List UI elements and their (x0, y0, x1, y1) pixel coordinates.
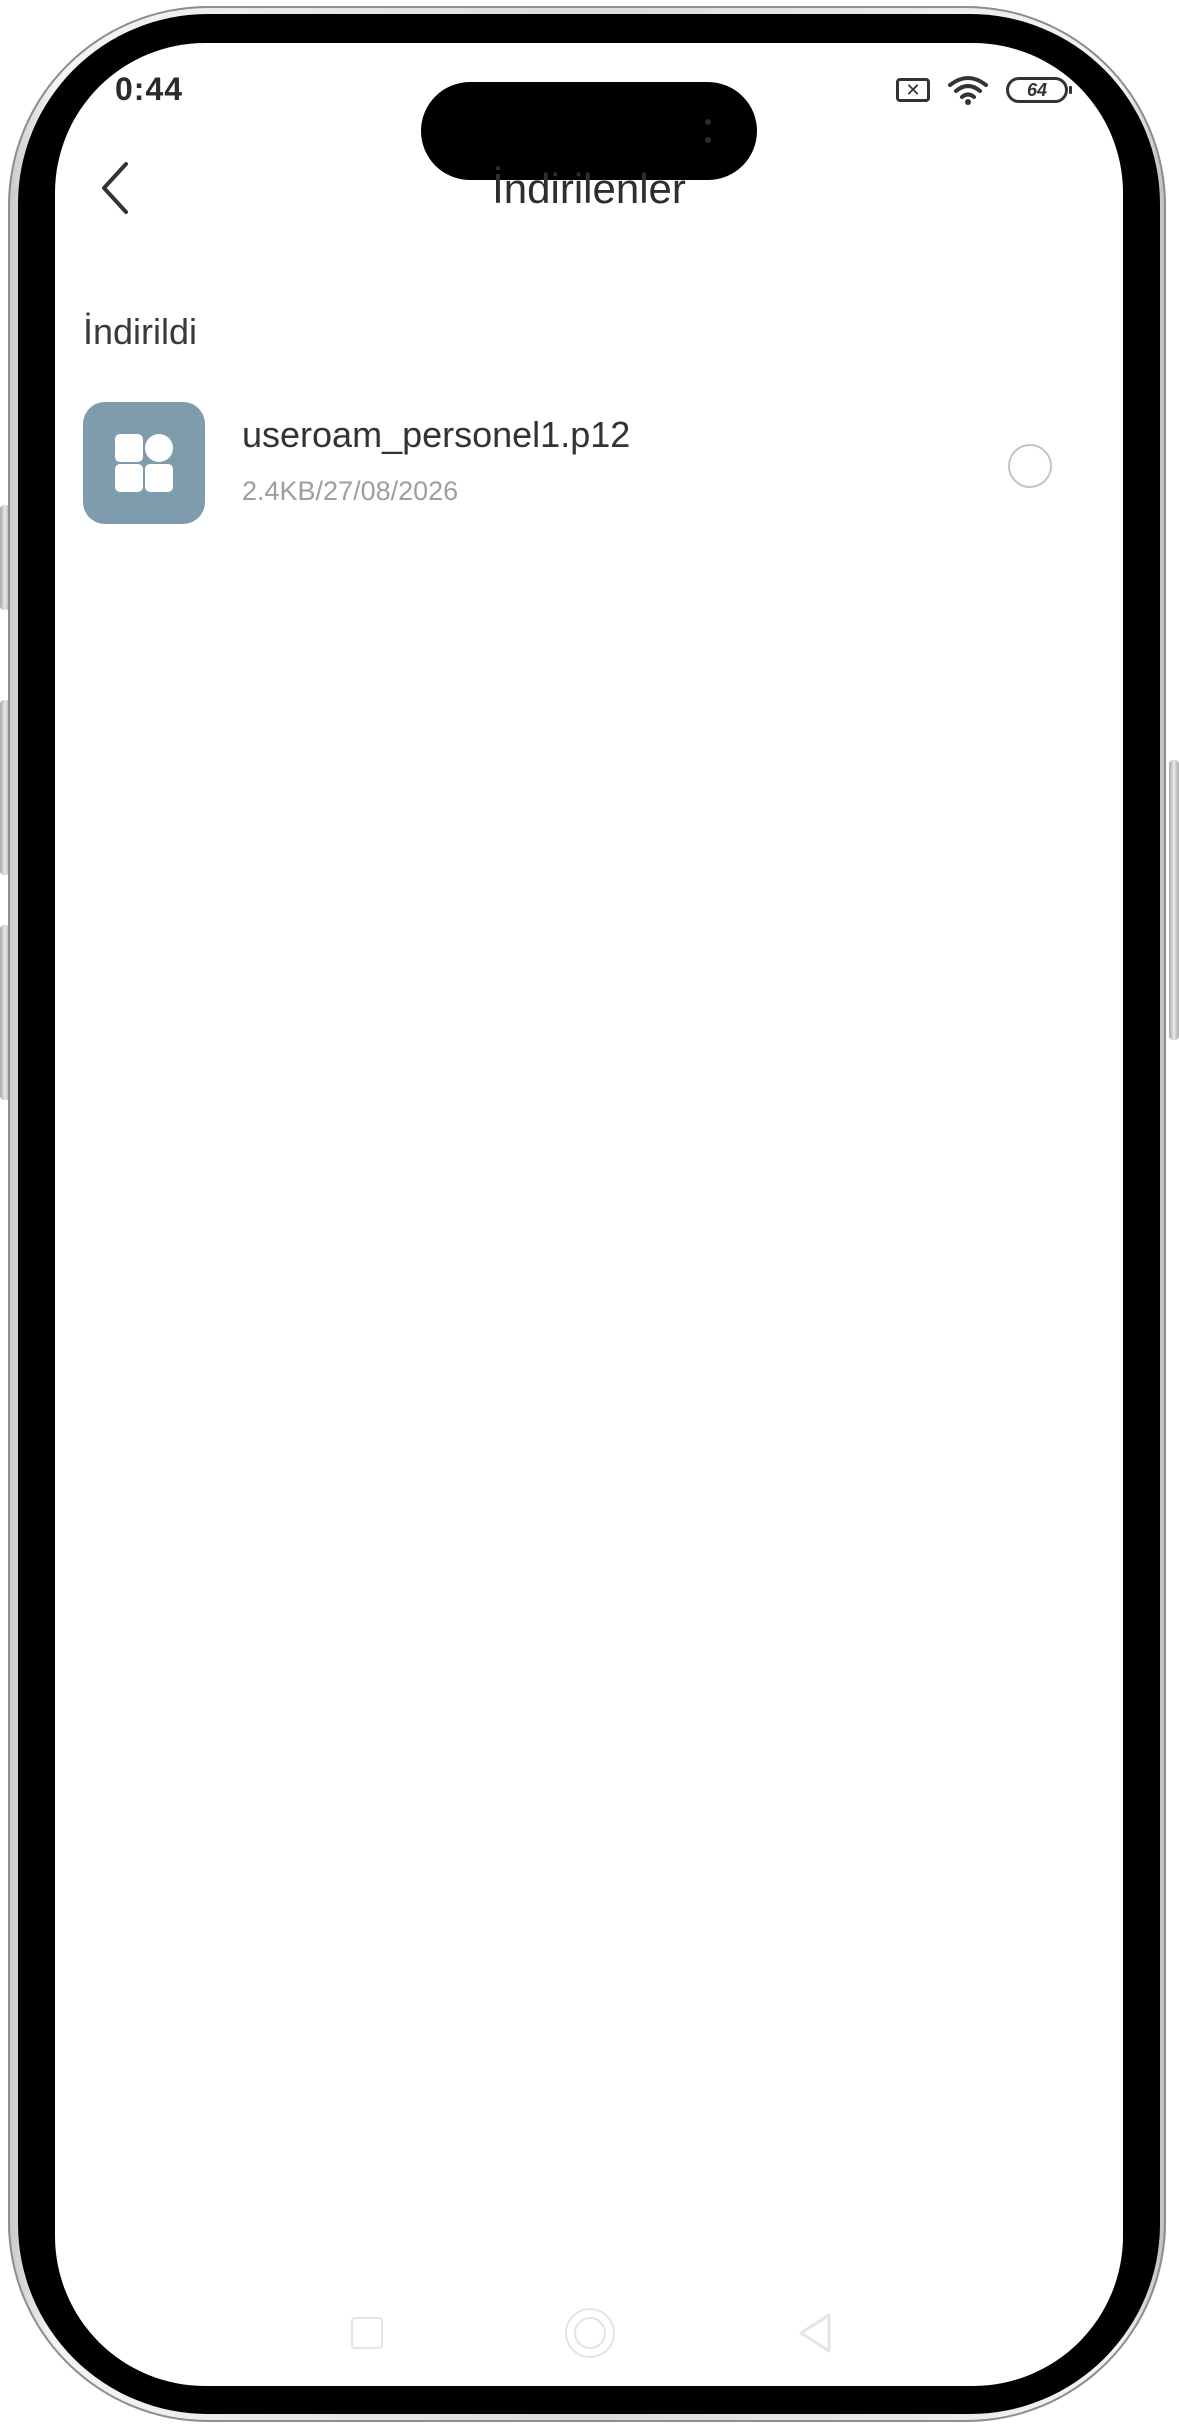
system-nav-bar (55, 2303, 1123, 2363)
device-page: 0:44 ✕ 64 İndirilenler İndirildi useroam… (0, 0, 1179, 2430)
home-button[interactable] (565, 2308, 615, 2358)
file-name: useroam_personel1.p12 (242, 414, 631, 455)
file-meta: 2.4KB/27/08/2026 (242, 476, 459, 506)
status-time: 0:44 (115, 71, 184, 107)
section-label: İndirildi (83, 311, 198, 352)
recents-button[interactable] (351, 2317, 383, 2349)
select-radio[interactable] (1008, 444, 1052, 488)
power-button (1169, 760, 1179, 1040)
status-icons: ✕ 64 (896, 75, 1072, 105)
wifi-icon (948, 76, 988, 105)
battery-indicator: 64 (1006, 77, 1072, 103)
list-item[interactable]: useroam_personel1.p12 2.4KB/27/08/2026 (55, 398, 1123, 538)
sim-x-icon: ✕ (896, 78, 930, 102)
camera-icon (705, 119, 713, 143)
screen: 0:44 ✕ 64 İndirilenler İndirildi useroam… (55, 43, 1123, 2386)
page-title: İndirilenler (492, 165, 686, 212)
triangle-back-icon[interactable] (795, 2311, 835, 2355)
app-grid-icon (83, 402, 205, 524)
